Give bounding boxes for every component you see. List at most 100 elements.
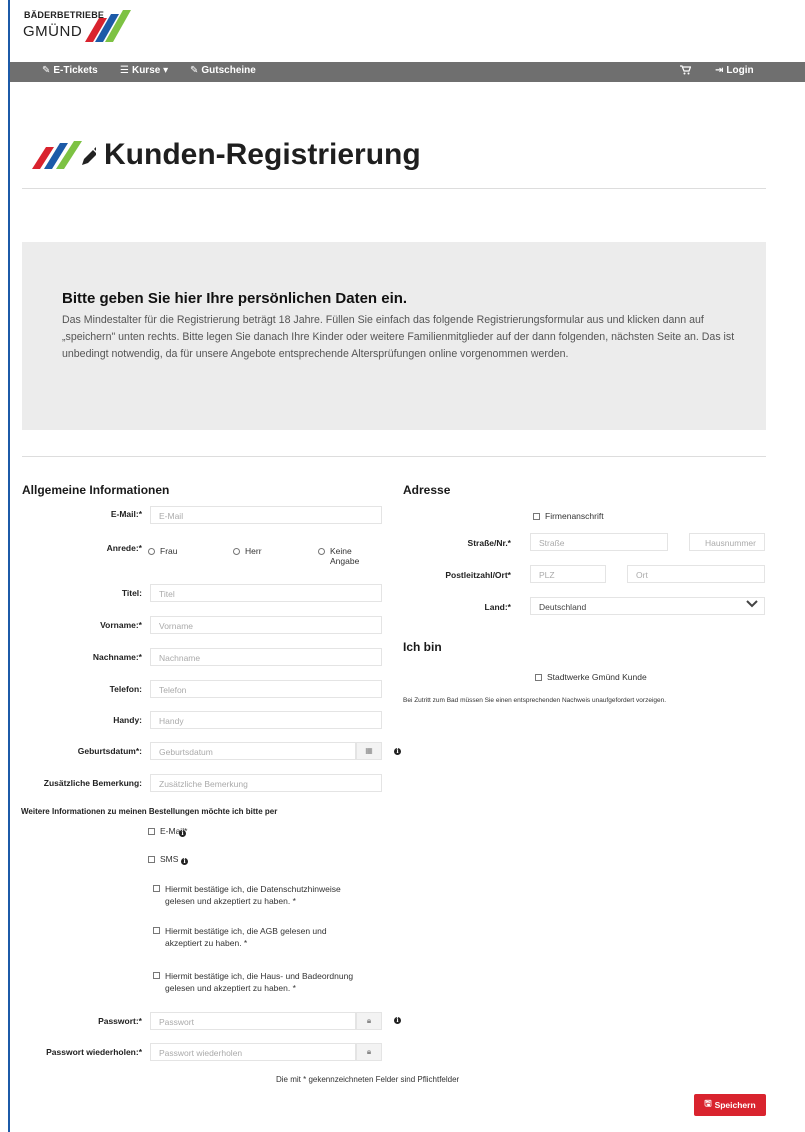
checkbox-label: Firmenanschrift (545, 511, 604, 521)
zip-label: Postleitzahl/Ort* (445, 570, 511, 580)
lastname-label: Nachname:* (92, 652, 142, 662)
lastname-field[interactable]: Nachname (150, 648, 382, 666)
section-address-heading: Adresse (403, 483, 451, 497)
checkbox-company-address[interactable]: Firmenanschrift (533, 511, 604, 521)
country-value: Deutschland (539, 602, 587, 612)
salutation-label: Anrede:* (106, 543, 142, 553)
radio-dot (318, 548, 325, 555)
radio-label: Herr (245, 546, 262, 556)
info-icon[interactable]: i (181, 858, 188, 865)
calendar-icon[interactable]: ▦ (356, 742, 382, 760)
street-label: Straße/Nr.* (467, 538, 511, 548)
radio-dot (148, 548, 155, 555)
cart-icon[interactable] (680, 65, 691, 75)
contact-pref-text: Weitere Informationen zu meinen Bestellu… (21, 807, 278, 816)
divider (22, 188, 766, 189)
email-field[interactable]: E-Mail (150, 506, 382, 524)
ticket-icon: ✎ (190, 65, 199, 76)
ticket-icon: ✎ (42, 65, 51, 76)
checkbox-label: SMS (160, 854, 179, 864)
required-note: Die mit * gekennzeichneten Felder sind P… (276, 1075, 460, 1084)
main-navbar: ✎ E-Tickets ☰ Kurse ▾ ✎ Gutscheine ⇥ Log… (10, 62, 805, 82)
nav-e-tickets[interactable]: ✎ E-Tickets (42, 65, 98, 76)
list-icon: ☰ (120, 65, 129, 76)
nav-kurse[interactable]: ☰ Kurse ▾ (120, 65, 168, 76)
info-icon[interactable]: i (394, 748, 401, 755)
brand-line2: GMÜND (23, 23, 83, 40)
checkbox-box (535, 674, 542, 681)
checkbox-box (148, 856, 155, 863)
radio-dot (233, 548, 240, 555)
title-field[interactable]: Titel (150, 584, 382, 602)
radio-frau[interactable]: Frau (148, 546, 177, 556)
radio-label: Frau (160, 546, 178, 556)
radio-keine-angabe[interactable]: Keine Angabe (318, 546, 368, 566)
checkbox-label: Hiermit bestätige ich, die Haus- und Bad… (165, 971, 354, 993)
save-icon: 🖫︎ (704, 1098, 712, 1108)
mobile-label: Handy: (113, 715, 142, 725)
brand-logo[interactable]: BÄDERBETRIEBE GMÜND (22, 8, 134, 44)
checkbox-box (153, 927, 160, 934)
street-field[interactable]: Straße (530, 533, 668, 551)
phone-field[interactable]: Telefon (150, 680, 382, 698)
checkbox-house-rules[interactable]: Hiermit bestätige ich, die Haus- und Bad… (153, 970, 373, 994)
nav-label: Gutscheine (201, 65, 256, 76)
checkbox-stadtwerke-kunde[interactable]: Stadtwerke Gmünd Kunde (535, 672, 647, 682)
checkbox-agb[interactable]: Hiermit bestätige ich, die AGB gelesen u… (153, 925, 353, 949)
ichbin-note: Bei Zutritt zum Bad müssen Sie einen ent… (403, 697, 667, 704)
nav-label: Kurse ▾ (131, 65, 169, 76)
info-icon[interactable]: i (394, 1017, 401, 1024)
checkbox-box (153, 972, 160, 979)
lock-icon: 🔒︎ (356, 1043, 382, 1061)
checkbox-label: Hiermit bestätige ich, die Datenschutzhi… (165, 884, 341, 906)
radio-label: Keine Angabe (330, 546, 360, 566)
section-ichbin-heading: Ich bin (403, 640, 442, 654)
house-number-field[interactable]: Hausnummer (689, 533, 765, 551)
password-repeat-label: Passwort wiederholen:* (46, 1047, 142, 1057)
info-icon[interactable]: i (179, 830, 186, 837)
firstname-label: Vorname:* (100, 620, 142, 630)
email-label: E-Mail:* (110, 509, 142, 519)
checkbox-label: Hiermit bestätige ich, die AGB gelesen u… (165, 926, 327, 948)
intro-heading: Bitte geben Sie hier Ihre persönlichen D… (62, 290, 408, 307)
checkbox-box (148, 828, 155, 835)
logo-stripes-icon (85, 10, 131, 42)
phone-label: Telefon: (109, 684, 142, 694)
checkbox-box (533, 513, 540, 520)
save-label: Speichern (714, 1100, 756, 1110)
mobile-field[interactable]: Handy (150, 711, 382, 729)
save-button[interactable]: 🖫︎ Speichern (694, 1094, 766, 1116)
section-general-heading: Allgemeine Informationen (22, 483, 170, 497)
checkbox-label: Stadtwerke Gmünd Kunde (547, 672, 647, 682)
login-icon: ⇥ (715, 65, 724, 76)
nav-label: E-Tickets (53, 65, 98, 76)
nav-login[interactable]: ⇥ Login (715, 65, 754, 76)
radio-herr[interactable]: Herr (233, 546, 262, 556)
nav-label: Login (726, 65, 754, 76)
title-label: Titel: (121, 588, 142, 598)
firstname-field[interactable]: Vorname (150, 616, 382, 634)
checkbox-privacy[interactable]: Hiermit bestätige ich, die Datenschutzhi… (153, 883, 368, 907)
country-label: Land:* (484, 602, 511, 612)
city-field[interactable]: Ort (627, 565, 765, 583)
nav-gutscheine[interactable]: ✎ Gutscheine (190, 65, 256, 76)
remark-field[interactable]: Zusätzliche Bemerkung (150, 774, 382, 792)
page-title-text: Kunden-Registrierung (104, 138, 421, 171)
lock-icon: 🔒︎ (356, 1012, 382, 1030)
remark-label: Zusätzliche Bemerkung: (43, 778, 142, 788)
birthdate-field[interactable]: Geburtsdatum (150, 742, 356, 760)
divider (22, 456, 766, 457)
chevron-down-icon[interactable] (746, 600, 758, 608)
intro-text: Das Mindestalter für die Registrierung b… (62, 314, 735, 360)
checkbox-box (153, 885, 160, 892)
zip-field[interactable]: PLZ (530, 565, 606, 583)
password-repeat-field[interactable]: Passwort wiederholen (150, 1043, 356, 1061)
birthdate-label: Geburtsdatum*: (77, 746, 142, 756)
password-label: Passwort:* (98, 1016, 142, 1026)
country-select[interactable]: Deutschland (530, 597, 765, 615)
page-title: Kunden-Registrierung (32, 138, 421, 172)
logo-stripes-icon (32, 141, 96, 169)
intro-box: Bitte geben Sie hier Ihre persönlichen D… (22, 242, 766, 430)
checkbox-contact-sms[interactable]: SMS (148, 854, 178, 864)
password-field[interactable]: Passwort (150, 1012, 356, 1030)
